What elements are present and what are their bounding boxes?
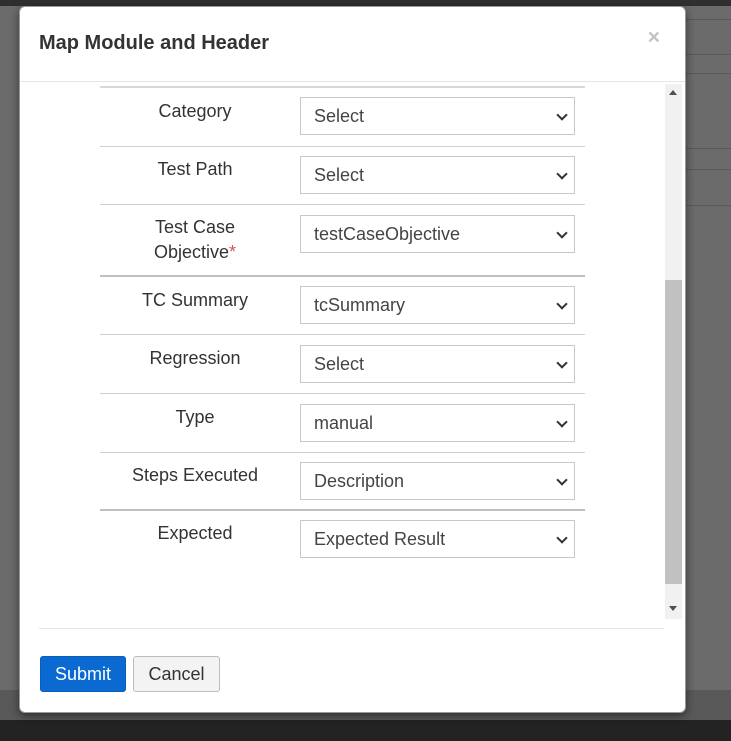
submit-button[interactable]: Submit [40,656,126,692]
expected-select[interactable]: Expected Result [300,520,575,558]
chevron-down-icon [556,109,568,121]
tc-summary-select-value: tcSummary [314,295,406,315]
background-row-divider [686,54,731,55]
tc-summary-select[interactable]: tcSummary [300,286,575,324]
chevron-down-icon [556,416,568,428]
required-marker: * [229,242,237,262]
category-label: Category [158,101,232,121]
regression-select[interactable]: Select [300,345,575,383]
dialog-body[interactable]: Category Select Test Path Select Test Ca… [20,83,682,620]
cancel-button[interactable]: Cancel [133,656,220,692]
form-row-category: Category Select [100,88,585,147]
dialog-header: Map Module and Header × [20,7,685,82]
scrollbar-thumb[interactable] [665,280,682,584]
type-label: Type [175,407,215,427]
form-row-tc-summary: TC Summary tcSummary [100,277,585,335]
form-row-test-path: Test Path Select [100,147,585,205]
background-row-divider [686,73,731,74]
expected-select-value: Expected Result [314,529,446,549]
form-row-test-case-objective: Test Case Objective* testCaseObjective [100,205,585,277]
chevron-down-icon [556,227,568,239]
type-select-value: manual [314,413,374,433]
test-case-objective-select-value: testCaseObjective [314,224,461,244]
test-case-objective-label-line2: Objective* [100,240,290,265]
scroll-up-arrow-icon[interactable] [669,90,677,95]
background-bottom-bar [0,720,731,741]
map-module-dialog: Map Module and Header × Category Select … [19,6,686,713]
chevron-down-icon [556,298,568,310]
chevron-down-icon [556,357,568,369]
background-row-divider [686,169,731,170]
test-case-objective-label-text: Objective [153,242,230,262]
category-select[interactable]: Select [300,97,575,135]
form-row-regression: Regression Select [100,335,585,394]
close-icon[interactable]: × [648,27,660,48]
background-row-divider [686,205,731,206]
regression-label: Regression [149,348,241,368]
background-row-divider [686,19,731,20]
steps-executed-select-value: Description [314,471,405,491]
test-path-select-value: Select [314,165,365,185]
chevron-down-icon [556,168,568,180]
chevron-down-icon [556,474,568,486]
steps-executed-label: Steps Executed [131,465,259,485]
test-case-objective-select[interactable]: testCaseObjective [300,215,575,253]
dialog-footer-divider [39,628,664,629]
mapping-form: Category Select Test Path Select Test Ca… [100,83,585,571]
form-row-type: Type manual [100,394,585,453]
test-case-objective-label-line1: Test Case [154,217,236,237]
expected-label: Expected [157,523,233,543]
chevron-down-icon [556,532,568,544]
background-row-divider [686,148,731,149]
dialog-scrollbar[interactable] [665,84,682,619]
steps-executed-select[interactable]: Description [300,462,575,500]
type-select[interactable]: manual [300,404,575,442]
form-row-steps-executed: Steps Executed Description [100,453,585,511]
regression-select-value: Select [314,354,365,374]
scroll-down-arrow-icon[interactable] [669,606,677,611]
test-case-objective-label: Test Case Objective* [100,215,290,265]
dialog-title: Map Module and Header [39,32,270,54]
tc-summary-label: TC Summary [141,290,248,310]
test-path-label: Test Path [157,159,233,179]
form-row-expected: Expected Expected Result [100,511,585,571]
test-path-select[interactable]: Select [300,156,575,194]
category-select-value: Select [314,106,365,126]
